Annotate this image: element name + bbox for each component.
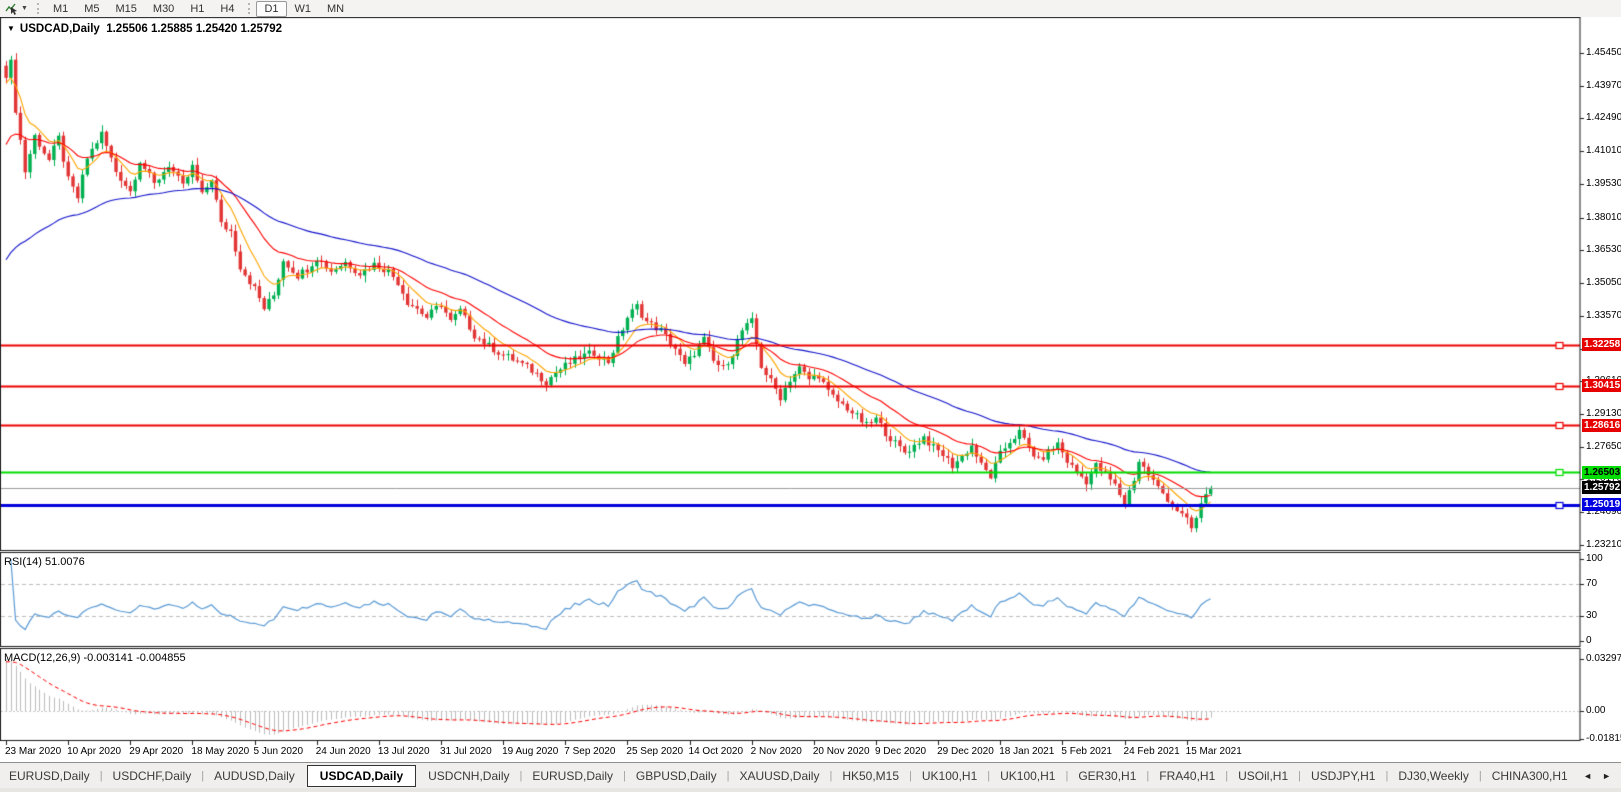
price-axis-tick: 1.35050 xyxy=(1586,277,1621,289)
macd-indicator-label: MACD(12,26,9) -0.003141 -0.004855 xyxy=(4,652,186,664)
timeframe-buttons: M1M5M15M30H1H4 D1W1MN xyxy=(45,1,352,17)
chart-tab-fra40-h1[interactable]: FRA40,H1 xyxy=(1150,765,1224,787)
mt4-window: ▼ M1M5M15M30H1H4 D1W1MN ▼ USDCAD,Daily 1.2… xyxy=(0,0,1621,792)
rsi-axis-tick: 70 xyxy=(1586,578,1597,590)
chart-tab-eurusd-daily[interactable]: EURUSD,Daily xyxy=(0,765,99,787)
chart-area: ▼ USDCAD,Daily 1.25506 1.25885 1.25420 1.… xyxy=(0,17,1621,762)
chart-cursor-tool[interactable]: ▼ xyxy=(0,2,31,15)
chart-title: ▼ USDCAD,Daily 1.25506 1.25885 1.25420 1.… xyxy=(7,23,282,35)
timeframe-button-d1[interactable]: D1 xyxy=(256,1,286,17)
chart-tab-gbpusd-daily[interactable]: GBPUSD,Daily xyxy=(627,765,726,787)
timeframe-button-m5[interactable]: M5 xyxy=(76,1,107,17)
macd-axis-tick: 0.00 xyxy=(1586,705,1605,717)
price-chart-canvas[interactable] xyxy=(0,17,1621,762)
timeframe-button-m15[interactable]: M15 xyxy=(108,1,145,17)
timeframe-button-h4[interactable]: H4 xyxy=(212,1,242,17)
date-axis-label: 31 Jul 2020 xyxy=(440,746,492,757)
chart-tab-usdcad-daily[interactable]: USDCAD,Daily xyxy=(307,765,416,787)
chart-tab-usdcnh-daily[interactable]: USDCNH,Daily xyxy=(419,765,518,787)
date-axis-label: 5 Jun 2020 xyxy=(254,746,304,757)
date-axis-label: 24 Jun 2020 xyxy=(316,746,371,757)
rsi-axis-tick: 0 xyxy=(1586,635,1592,647)
chevron-down-icon: ▼ xyxy=(21,5,28,12)
current-price-label: 1.25792 xyxy=(1582,481,1621,494)
chart-tab-uk100-h1[interactable]: UK100,H1 xyxy=(991,765,1064,787)
chart-tab-eurusd-daily[interactable]: EURUSD,Daily xyxy=(523,765,622,787)
price-axis-tick: 1.45450 xyxy=(1586,47,1621,59)
date-axis-label: 19 Aug 2020 xyxy=(502,746,558,757)
timeframe-button-m30[interactable]: M30 xyxy=(145,1,182,17)
date-axis-label: 2 Nov 2020 xyxy=(751,746,802,757)
date-axis-label: 24 Feb 2021 xyxy=(1124,746,1180,757)
rsi-axis-tick: 30 xyxy=(1586,610,1597,622)
price-axis-tick: 1.43970 xyxy=(1586,80,1621,92)
chart-tab-xauusd-daily[interactable]: XAUUSD,Daily xyxy=(730,765,828,787)
timeframe-button-m1[interactable]: M1 xyxy=(45,1,76,17)
chart-tab-usoil-h1[interactable]: USOil,H1 xyxy=(1229,765,1297,787)
chart-tab-usdchf-daily[interactable]: USDCHF,Daily xyxy=(104,765,201,787)
price-axis-tick: 1.42490 xyxy=(1586,112,1621,124)
macd-axis-tick: 0.032972 xyxy=(1586,653,1621,665)
timeframe-button-mn[interactable]: MN xyxy=(319,1,352,17)
symbol-dropdown-icon[interactable]: ▼ xyxy=(7,24,15,33)
hline-label-support-green[interactable]: 1.26503 xyxy=(1582,466,1621,479)
chart-tab-ger30-h1[interactable]: GER30,H1 xyxy=(1069,765,1145,787)
price-axis-tick: 1.23210 xyxy=(1586,539,1621,551)
chart-ohlc-values: 1.25506 1.25885 1.25420 1.25792 xyxy=(106,23,282,35)
chart-tab-china300-h1[interactable]: CHINA300,H1 xyxy=(1483,765,1577,787)
hline-label-resistance-1[interactable]: 1.32258 xyxy=(1582,338,1621,351)
date-axis-label: 14 Oct 2020 xyxy=(689,746,743,757)
date-axis-label: 15 Mar 2021 xyxy=(1186,746,1242,757)
tab-scroll-arrows: ◄► xyxy=(1583,771,1621,781)
date-axis-label: 18 May 2020 xyxy=(191,746,249,757)
date-axis-label: 20 Nov 2020 xyxy=(813,746,870,757)
timeframe-toolbar: ▼ M1M5M15M30H1H4 D1W1MN xyxy=(0,0,1621,18)
chart-tab-usdjpy-h1[interactable]: USDJPY,H1 xyxy=(1302,765,1384,787)
date-axis-label: 10 Apr 2020 xyxy=(67,746,121,757)
timeframe-button-w1[interactable]: W1 xyxy=(287,1,320,17)
price-axis-tick: 1.39530 xyxy=(1586,178,1621,190)
date-axis-label: 25 Sep 2020 xyxy=(626,746,683,757)
date-axis-label: 9 Dec 2020 xyxy=(875,746,926,757)
chart-tab-audusd-daily[interactable]: AUDUSD,Daily xyxy=(205,765,304,787)
tab-scroll-left[interactable]: ◄ xyxy=(1583,771,1592,781)
date-axis-label: 5 Feb 2021 xyxy=(1061,746,1112,757)
toolbar-grip xyxy=(37,3,39,14)
hline-label-resistance-2[interactable]: 1.30415 xyxy=(1582,379,1621,392)
price-axis-tick: 1.36530 xyxy=(1586,244,1621,256)
price-axis-tick: 1.33570 xyxy=(1586,310,1621,322)
chart-tab-dj30-weekly[interactable]: DJ30,Weekly xyxy=(1389,765,1477,787)
hline-label-resistance-3[interactable]: 1.28616 xyxy=(1582,419,1621,432)
price-axis-tick: 1.38010 xyxy=(1586,212,1621,224)
chart-tab-uk100-h1[interactable]: UK100,H1 xyxy=(913,765,986,787)
timeframe-button-h1[interactable]: H1 xyxy=(182,1,212,17)
bottom-strip xyxy=(0,788,1621,792)
rsi-indicator-label: RSI(14) 51.0076 xyxy=(4,556,85,568)
date-axis-label: 18 Jan 2021 xyxy=(999,746,1054,757)
chart-tab-hk50-m15[interactable]: HK50,M15 xyxy=(833,765,908,787)
chart-tabs-bar: EURUSD,Daily|USDCHF,Daily|AUDUSD,DailyUS… xyxy=(0,762,1621,788)
macd-axis-tick: -0.018154 xyxy=(1586,733,1621,745)
date-axis-label: 7 Sep 2020 xyxy=(564,746,615,757)
tab-scroll-right[interactable]: ► xyxy=(1602,771,1611,781)
rsi-axis-tick: 100 xyxy=(1586,553,1603,565)
toolbar-grip xyxy=(248,3,250,14)
hline-label-support-blue[interactable]: 1.25019 xyxy=(1582,498,1621,511)
chart-cursor-icon xyxy=(5,2,18,15)
price-axis-tick: 1.41010 xyxy=(1586,145,1621,157)
date-axis-label: 29 Dec 2020 xyxy=(937,746,994,757)
date-axis-label: 29 Apr 2020 xyxy=(129,746,183,757)
price-axis-tick: 1.27650 xyxy=(1586,441,1621,453)
chart-symbol-period: USDCAD,Daily xyxy=(20,23,100,35)
date-axis-label: 23 Mar 2020 xyxy=(5,746,61,757)
date-axis-label: 13 Jul 2020 xyxy=(378,746,430,757)
